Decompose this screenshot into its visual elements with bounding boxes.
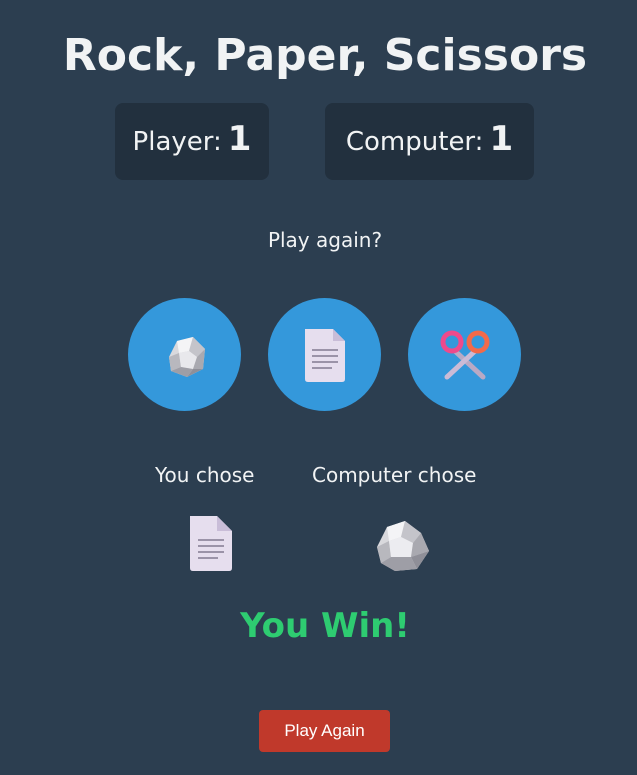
computer-score-box: Computer: 1 <box>325 103 534 180</box>
computer-chose-label: Computer chose <box>312 463 477 487</box>
paper-button[interactable] <box>268 298 381 411</box>
result-message: You Win! <box>240 606 410 646</box>
you-chose-label: You chose <box>155 463 255 487</box>
paper-icon <box>304 328 345 382</box>
rock-icon <box>168 336 205 377</box>
scissors-button[interactable] <box>408 298 521 411</box>
player-score-label: Player: <box>132 126 222 157</box>
computer-score-label: Computer: <box>345 126 484 157</box>
player-score-value: 1 <box>227 118 252 159</box>
computer-score-value: 1 <box>489 118 514 159</box>
rock-icon <box>377 521 429 571</box>
play-again-button[interactable]: Play Again <box>259 710 390 752</box>
paper-icon <box>190 516 232 571</box>
play-again-prompt: Play again? <box>267 228 383 252</box>
player-score-box: Player: 1 <box>115 103 269 180</box>
scissors-icon <box>440 330 489 379</box>
rock-button[interactable] <box>128 298 241 411</box>
game-title: Rock, Paper, Scissors <box>62 30 588 81</box>
